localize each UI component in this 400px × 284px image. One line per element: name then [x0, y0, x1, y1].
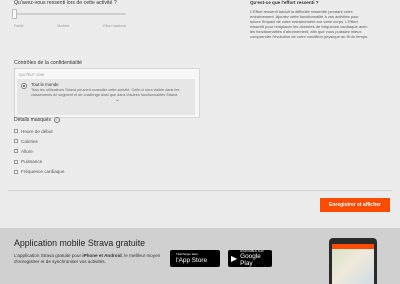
banner-title: Application mobile Strava gratuite	[14, 238, 146, 248]
app-store-button[interactable]: Télécharger dans l'App Store	[170, 250, 220, 267]
phone-map-view	[332, 249, 374, 284]
radio-selected-icon[interactable]	[21, 83, 27, 89]
google-play-text: DISPONIBLE SUR Google Play	[240, 249, 272, 268]
checkbox-label: Allure	[21, 148, 33, 154]
banner-desc-bold: iPhone et Android	[82, 253, 122, 258]
privacy-option-everyone[interactable]: Tout le monde Tous les utilisateurs Stra…	[17, 79, 195, 115]
checkbox-label: Calories	[21, 138, 38, 144]
google-play-icon: ▶	[231, 253, 238, 263]
checkbox-icon[interactable]	[14, 159, 18, 164]
phone-screen	[332, 244, 374, 284]
effort-label-max: Effort maximal	[103, 24, 126, 28]
checkbox-power[interactable]: Puissance	[14, 157, 64, 167]
hidden-details-label: Détails masqués	[14, 117, 51, 123]
checkbox-icon[interactable]	[14, 149, 18, 154]
checkbox-calories[interactable]: Calories	[14, 136, 64, 146]
effort-slider-labels: Facile Modéré Effort maximal	[14, 24, 126, 28]
hidden-details-list: Heure de début Calories Allure Puissance…	[14, 126, 64, 177]
section-divider	[8, 190, 392, 191]
checkbox-icon[interactable]	[14, 129, 18, 134]
save-and-view-button[interactable]: Enregistrer et afficher	[320, 198, 390, 212]
checkbox-start-time[interactable]: Heure de début	[14, 126, 64, 136]
mobile-app-banner: Application mobile Strava gratuite L'app…	[0, 228, 400, 284]
activity-form: Qu'avez-vous ressenti lors de cette acti…	[0, 0, 400, 228]
checkbox-label: Puissance	[21, 159, 43, 165]
hidden-details-title: Détails masqués i	[14, 117, 60, 123]
google-play-big-label: Google Play	[240, 253, 261, 268]
privacy-controls-title: Contrôles de la confidentialité	[14, 60, 83, 66]
effort-slider-thumb[interactable]	[12, 9, 17, 19]
checkbox-icon[interactable]	[14, 169, 18, 174]
who-can-see-label: QUI PEUT VOIR	[19, 73, 44, 77]
effort-label-moderate: Modéré	[57, 24, 70, 28]
checkbox-pace[interactable]: Allure	[14, 146, 64, 156]
effort-info-title: Qu'est-ce que l'effort ressenti ?	[250, 0, 319, 5]
info-icon[interactable]: i	[53, 117, 60, 123]
chevron-down-icon[interactable]: ⌄	[115, 97, 120, 103]
checkbox-icon[interactable]	[14, 139, 18, 144]
phone-mockup-image	[329, 238, 377, 284]
banner-desc-part1: L'application Strava gratuite pour	[14, 253, 83, 258]
privacy-option-description: Tous les utilisateurs Strava peuvent con…	[31, 88, 180, 98]
effort-slider-track[interactable]	[14, 13, 126, 15]
checkbox-heart-rate[interactable]: Fréquence cardiaque	[14, 167, 64, 177]
banner-description: L'application Strava gratuite pour iPhon…	[14, 253, 162, 265]
checkbox-label: Heure de début	[21, 128, 53, 134]
privacy-select[interactable]: QUI PEUT VOIR Tout le monde Tous les uti…	[14, 68, 200, 118]
perceived-effort-question: Qu'avez-vous ressenti lors de cette acti…	[14, 0, 117, 6]
app-store-big-label: l'App Store	[176, 256, 208, 264]
google-play-button[interactable]: ▶ DISPONIBLE SUR Google Play	[228, 249, 272, 268]
effort-label-easy: Facile	[14, 24, 24, 28]
app-store-text: Télécharger dans l'App Store	[176, 252, 208, 264]
effort-info-text: L'Effort ressenti traduit la difficulté …	[250, 9, 369, 39]
checkbox-label: Fréquence cardiaque	[21, 169, 65, 175]
privacy-option-label: Tout le monde	[31, 82, 59, 87]
